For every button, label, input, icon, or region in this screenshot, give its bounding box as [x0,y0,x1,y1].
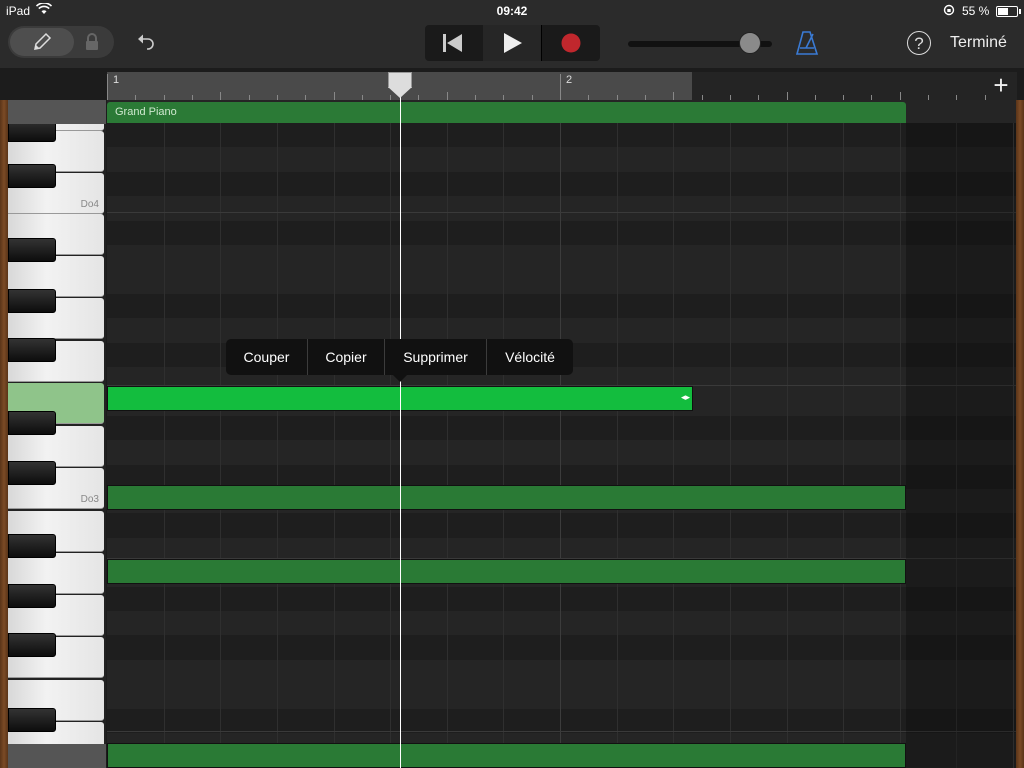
note[interactable] [107,485,906,510]
ruler-tick [787,92,788,100]
battery-icon [996,6,1021,17]
region-header[interactable]: Grand Piano [107,102,906,123]
black-key[interactable] [8,124,56,142]
record-icon [561,33,581,58]
transport-controls [425,25,600,61]
delete-menu-item[interactable]: Supprimer [385,339,487,375]
beat-line [447,123,448,768]
pitch-lane-dark [107,586,1016,611]
toolbar: ? Terminé [0,22,1024,68]
beat-line [334,123,335,768]
beat-line [673,123,674,768]
play-icon [503,33,523,58]
clock: 09:42 [496,4,528,18]
region-name: Grand Piano [115,106,177,118]
piano-roll-grid[interactable]: Grand Piano ◂▸ [107,100,1016,768]
velocity-menu-item[interactable]: Vélocité [487,339,573,375]
black-key[interactable] [8,584,56,608]
add-button[interactable]: + [988,72,1014,100]
octave-line [107,212,1016,213]
bar-number-2: 2 [566,74,573,86]
playhead-line [400,86,401,768]
ruler-tick [447,92,448,100]
pencil-button[interactable] [10,28,74,56]
outside-region-area [906,123,1016,768]
beat-line [730,123,731,768]
undo-icon [134,34,158,58]
black-key[interactable] [8,534,56,558]
lock-icon [80,33,104,58]
black-key[interactable] [8,411,56,435]
help-button[interactable]: ? [907,31,931,55]
pitch-lane-dark [107,220,1016,245]
battery-percent: 55 % [962,4,990,18]
black-key[interactable] [8,164,56,188]
rotation-lock-icon [943,4,955,19]
pitch-lane-dark [107,708,1016,733]
keyboard-top-cap [8,100,106,124]
octave-line [107,731,1016,732]
note[interactable] [107,559,906,584]
wood-panel-right [1016,100,1024,768]
beat-line [164,123,165,768]
resize-handle-icon[interactable]: ◂▸ [681,392,690,403]
done-button[interactable]: Terminé [950,34,1007,52]
bar-number-1: 1 [113,74,120,86]
metronome-button[interactable] [795,30,819,56]
timeline-ruler[interactable]: 1 2 [107,72,1017,100]
beat-line [220,123,221,768]
pitch-lane-dark [107,171,1016,197]
ruler-tick [107,74,108,100]
pitch-lane-dark [107,123,1016,148]
pencil-icon [31,31,53,58]
rewind-icon [442,33,464,58]
keyboard-bottom-cap [8,744,106,768]
volume-knob[interactable] [739,32,761,54]
wood-panel-left [0,100,8,768]
play-button[interactable] [483,25,541,61]
lock-button[interactable] [80,30,104,54]
metronome-icon [795,31,819,60]
rewind-button[interactable] [425,25,483,61]
key-label-do3: Do3 [80,494,99,505]
black-key[interactable] [8,633,56,657]
ruler-tick [334,92,335,100]
black-key[interactable] [8,338,56,362]
beat-line [843,123,844,768]
playhead-handle[interactable] [388,72,412,88]
ruler-tick [673,92,674,100]
ruler-tick [220,92,221,100]
black-key[interactable] [8,461,56,485]
beat-line [787,123,788,768]
beat-line [900,123,901,768]
pitch-lane-dark [107,293,1016,319]
context-menu-pointer [392,374,408,382]
black-key[interactable] [8,238,56,262]
pitch-lane-dark [107,513,1016,538]
key-label-do4: Do4 [80,199,99,210]
copy-menu-item[interactable]: Copier [308,339,385,375]
playhead-pointer[interactable] [388,87,412,98]
black-key[interactable] [8,708,56,732]
cut-menu-item[interactable]: Couper [226,339,308,375]
record-button[interactable] [541,25,599,61]
beat-line [503,123,504,768]
note-context-menu: Couper Copier Supprimer Vélocité [226,339,573,375]
note[interactable] [107,743,906,768]
pitch-lane-dark [107,415,1016,441]
black-key[interactable] [8,289,56,313]
beat-line [617,123,618,768]
ruler-tick [560,74,561,100]
piano-keyboard[interactable]: Do4 Do3 [8,124,106,744]
undo-button[interactable] [134,30,158,54]
beat-line [390,123,391,768]
pitch-lane-dark [107,635,1016,660]
status-bar: iPad 09:42 55 % [0,0,1024,22]
ruler-tick [900,92,901,100]
beat-line [277,123,278,768]
beat-line [560,123,561,768]
